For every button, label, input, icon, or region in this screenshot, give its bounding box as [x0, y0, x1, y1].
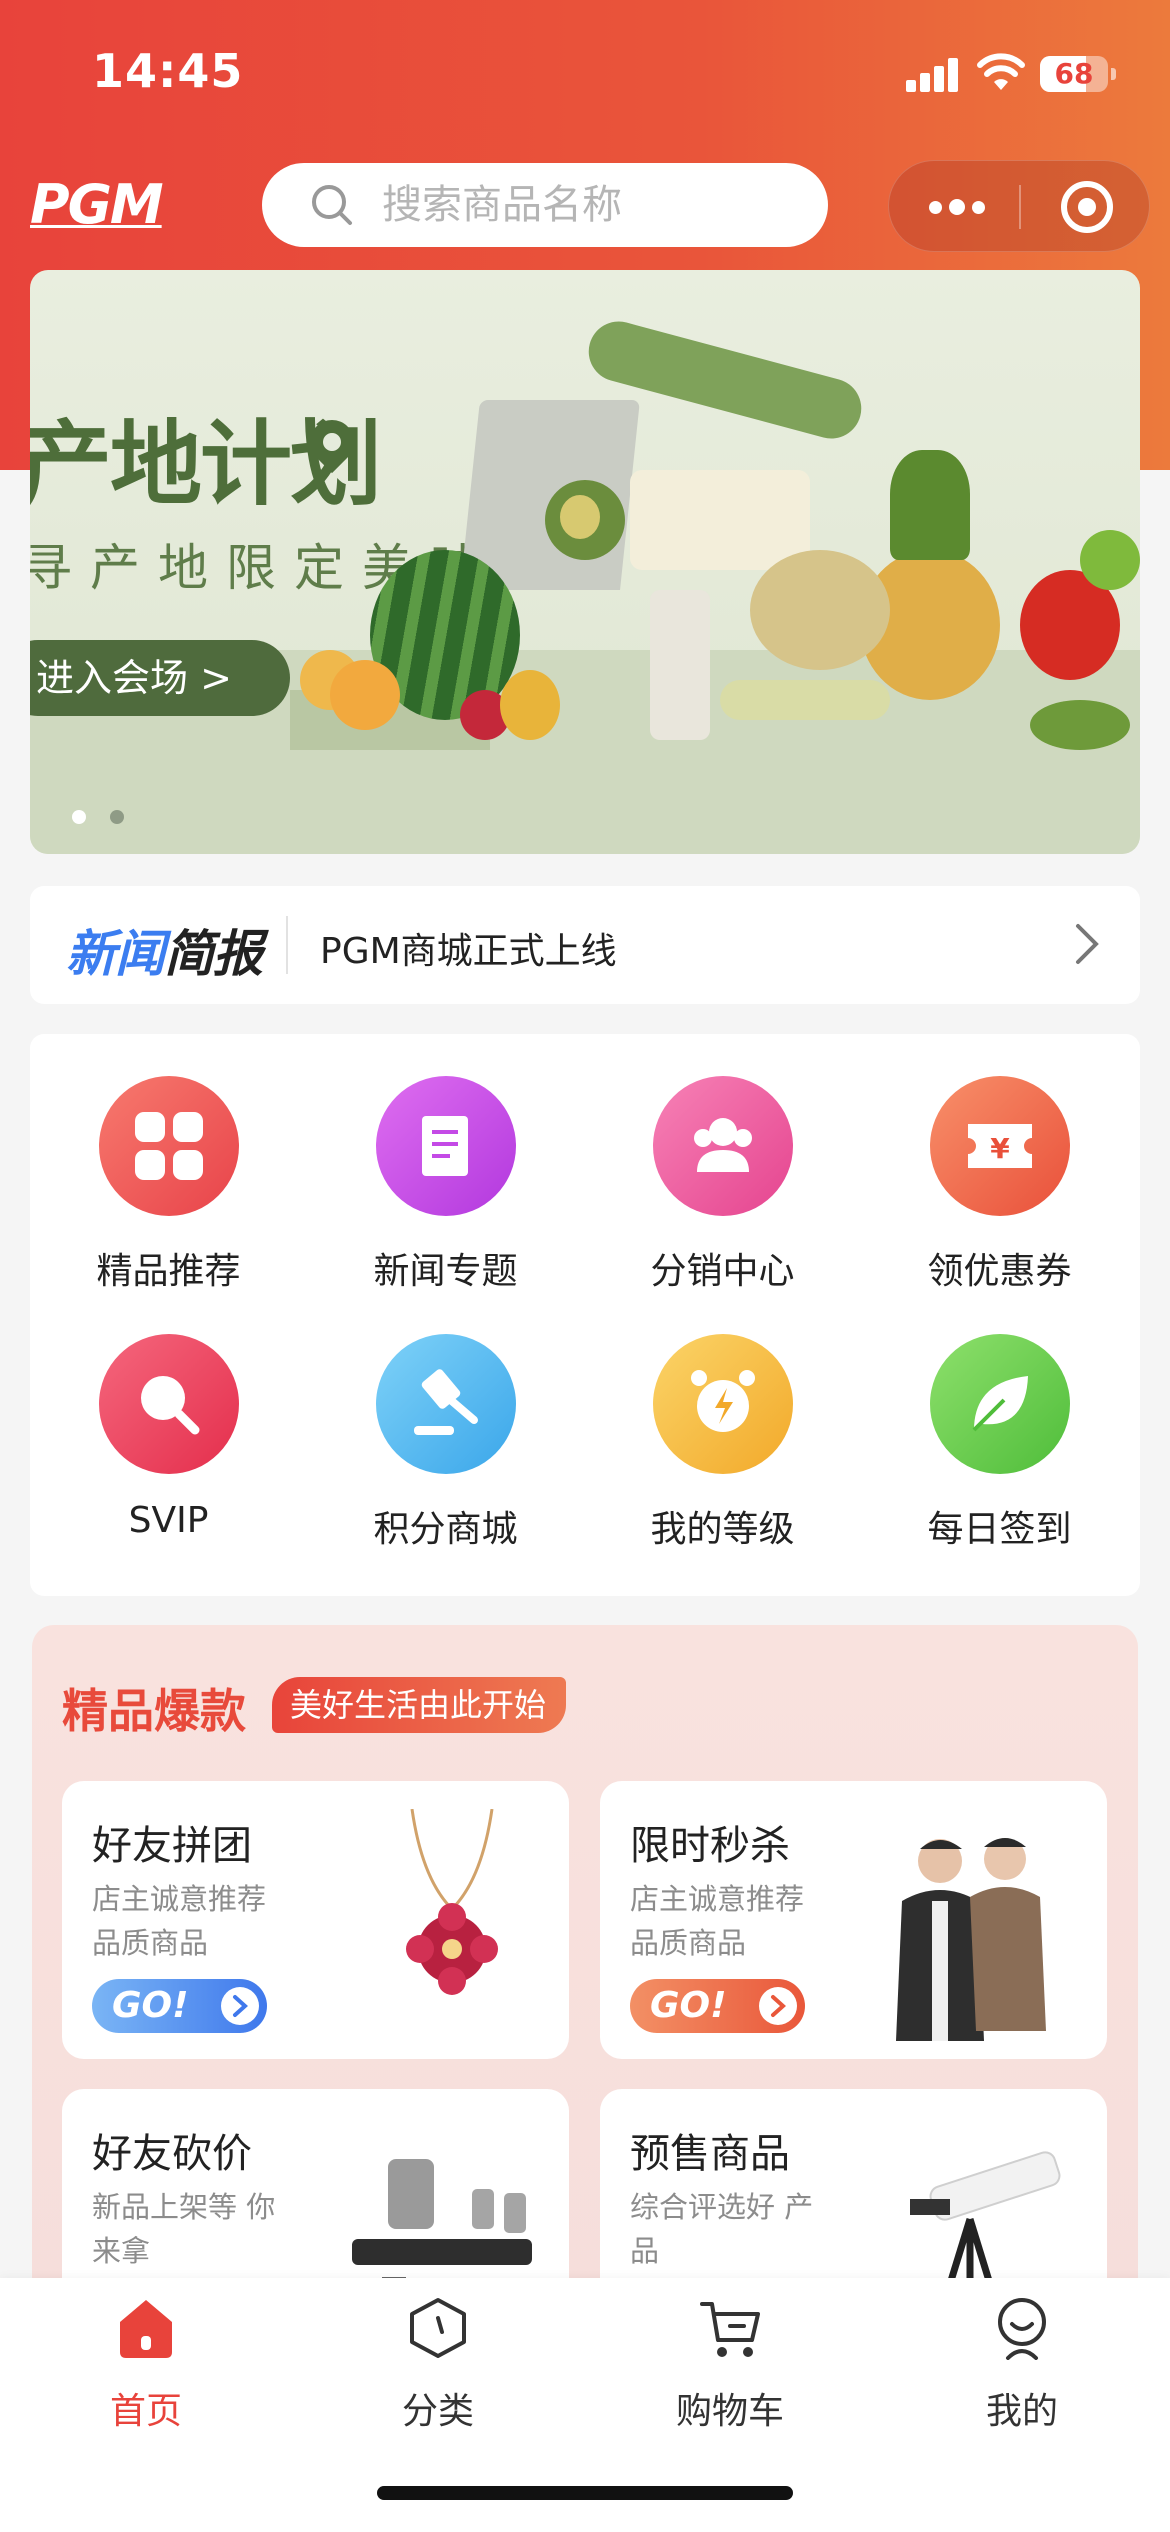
tab-cart[interactable]: 购物车 [584, 2296, 876, 2446]
news-ticker[interactable]: 新闻简报 PGM商城正式上线 [30, 886, 1140, 1004]
tab-label: 购物车 [675, 2391, 784, 2432]
status-time: 14:45 [92, 44, 244, 98]
coupon-icon: ¥ [930, 1076, 1070, 1216]
featured-title: 精品爆款 [62, 1684, 246, 1738]
alarm-clock-icon [653, 1334, 793, 1474]
shortcut-label: 领优惠券 [927, 1251, 1072, 1292]
status-bar: 14:45 68 [0, 0, 1170, 150]
grid-icon [99, 1076, 239, 1216]
flash-sale-card[interactable]: 限时秒杀 店主诚意推荐品质商品 GO! [600, 1781, 1107, 2059]
svg-text:¥: ¥ [990, 1132, 1010, 1165]
necklace-image [406, 1809, 498, 1995]
users-icon [653, 1076, 793, 1216]
tab-label: 我的 [985, 2391, 1058, 2432]
promo-banner[interactable]: 产地计划 寻产地限定美味 进入会场 > [30, 270, 1140, 854]
home-icon [120, 2300, 172, 2358]
card-subtitle: 店主诚意推荐品质商品 [92, 1882, 267, 1960]
news-headline[interactable]: PGM商城正式上线 [320, 922, 617, 974]
shortcut-svip[interactable]: SVIP [30, 1292, 307, 1548]
pagination-dot[interactable] [72, 810, 86, 824]
chevron-right-icon[interactable] [1074, 922, 1100, 966]
group-buy-card[interactable]: 好友拼团 店主诚意推荐品质商品 GO! [62, 1781, 569, 2059]
signal-icon [906, 58, 960, 92]
featured-section: 精品爆款 美好生活由此开始 好友拼团 店主诚意推荐品质商品 GO! 限时秒杀 店… [32, 1625, 1138, 2367]
battery-icon: 68 [1040, 56, 1116, 92]
shortcut-grid: 精品推荐 新闻专题 分销中心 ¥ 领优惠券 SVIP 积分商城 我的等级 每日签… [30, 1034, 1140, 1596]
battery-level: 68 [1054, 57, 1094, 90]
shortcut-label: 我的等级 [650, 1509, 795, 1550]
card-subtitle: 综合评选好 产品 [630, 2190, 814, 2268]
go-button[interactable]: GO! [630, 1979, 805, 2033]
category-icon [410, 2298, 466, 2358]
wifi-icon [977, 53, 1025, 90]
search-bar[interactable] [262, 163, 828, 247]
shortcut-label: 精品推荐 [96, 1251, 241, 1292]
leaf-icon [930, 1334, 1070, 1474]
document-icon [376, 1076, 516, 1216]
go-button[interactable]: GO! [92, 1979, 267, 2033]
shortcut-news[interactable]: 新闻专题 [307, 1034, 584, 1292]
tab-label: 分类 [401, 2391, 474, 2432]
more-dots-icon[interactable] [889, 161, 1019, 253]
shortcut-label: 新闻专题 [373, 1251, 518, 1292]
card-title: 限时秒杀 [630, 1823, 790, 1869]
profile-icon [998, 2298, 1046, 2360]
shortcut-daily-checkin[interactable]: 每日签到 [861, 1292, 1138, 1550]
home-indicator[interactable] [377, 2486, 793, 2500]
card-title: 预售商品 [630, 2131, 790, 2177]
tab-home[interactable]: 首页 [0, 2296, 292, 2446]
search-icon [312, 185, 352, 225]
shortcut-label: 每日签到 [927, 1509, 1072, 1550]
shortcut-label: SVIP [128, 1500, 209, 1541]
card-title: 好友拼团 [92, 1823, 252, 1869]
search-input[interactable] [382, 163, 802, 247]
shortcut-label: 积分商城 [373, 1509, 518, 1550]
record-circle-icon[interactable] [1061, 181, 1113, 233]
card-subtitle: 店主诚意推荐品质商品 [630, 1882, 805, 1960]
news-tag: 新闻简报 [66, 925, 263, 983]
banner-enter-button[interactable]: 进入会场 > [30, 640, 290, 716]
shortcut-coupon[interactable]: ¥ 领优惠券 [861, 1034, 1138, 1292]
tab-profile[interactable]: 我的 [876, 2296, 1168, 2446]
gavel-icon [376, 1334, 516, 1474]
featured-slogan: 美好生活由此开始 [272, 1677, 567, 1733]
cart-icon [700, 2302, 760, 2357]
tab-category[interactable]: 分类 [292, 2296, 584, 2446]
card-title: 好友砍价 [92, 2131, 252, 2177]
jackets-image [896, 1838, 1046, 2041]
miniapp-capsule [888, 160, 1150, 252]
pagination-dot[interactable] [110, 810, 124, 824]
tab-label: 首页 [109, 2391, 182, 2432]
shortcut-distribution[interactable]: 分销中心 [584, 1034, 861, 1292]
brand-logo[interactable]: PGM [30, 175, 215, 235]
shortcut-my-level[interactable]: 我的等级 [584, 1292, 861, 1550]
magnifier-icon [99, 1334, 239, 1474]
shortcut-points-mall[interactable]: 积分商城 [307, 1292, 584, 1550]
card-subtitle: 新品上架等 你来拿 [92, 2190, 276, 2268]
shortcut-featured-picks[interactable]: 精品推荐 [30, 1034, 307, 1292]
shortcut-label: 分销中心 [650, 1251, 795, 1292]
